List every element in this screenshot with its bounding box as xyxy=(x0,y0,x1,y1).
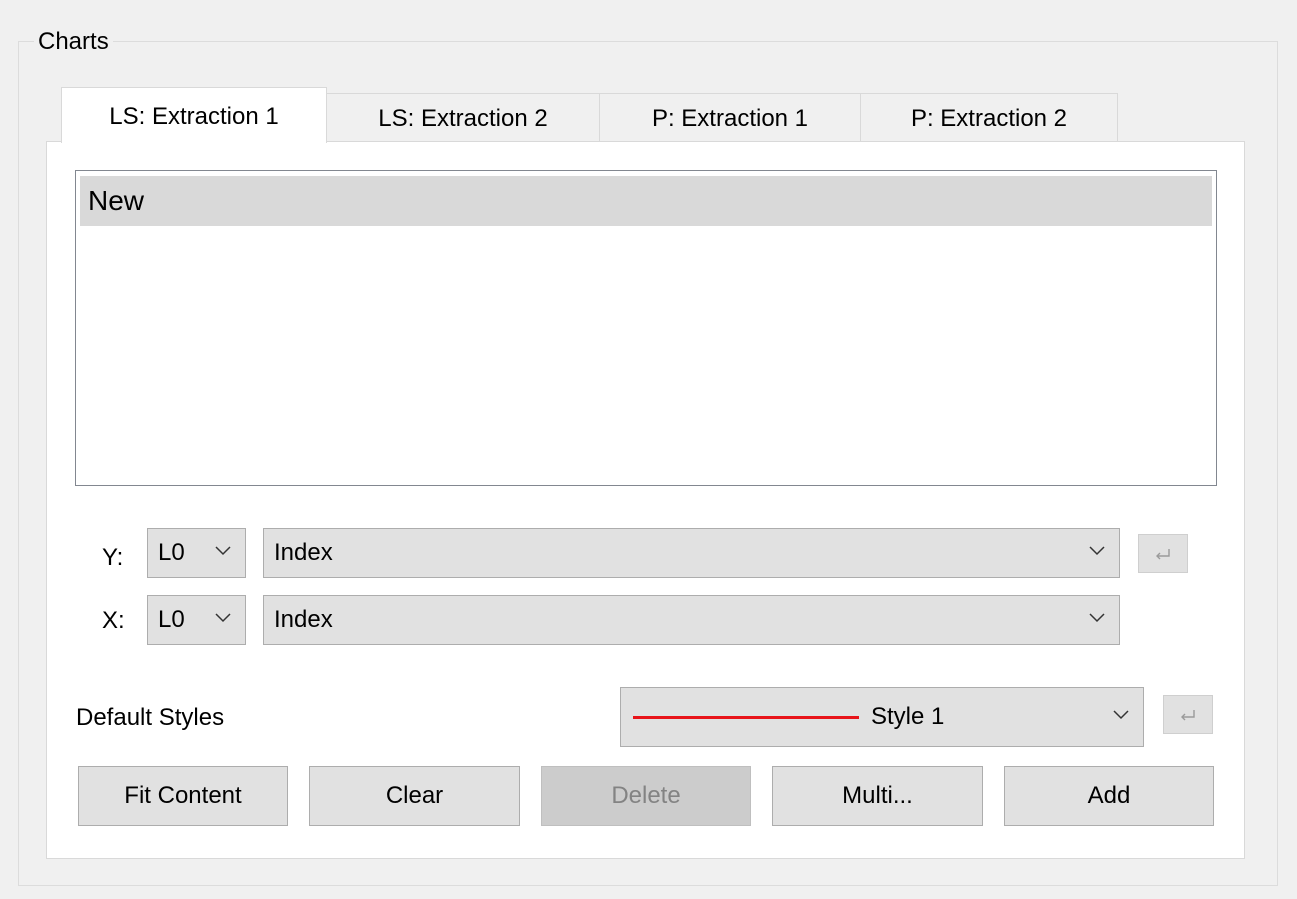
chevron-down-icon xyxy=(1113,710,1129,720)
x-field-value: Index xyxy=(274,606,333,633)
list-item[interactable]: New xyxy=(80,176,1212,226)
y-field-value: Index xyxy=(274,539,333,566)
y-level-value: L0 xyxy=(158,539,185,566)
charts-groupbox-title: Charts xyxy=(34,27,113,57)
x-axis-label: X: xyxy=(102,607,125,634)
default-style-value: Style 1 xyxy=(871,703,945,730)
default-style-select[interactable]: Style 1 xyxy=(620,687,1144,747)
chevron-down-icon xyxy=(215,613,231,623)
tab-ls-extraction-2[interactable]: LS: Extraction 2 xyxy=(326,93,600,142)
clear-button[interactable]: Clear xyxy=(309,766,520,826)
y-axis-label: Y: xyxy=(102,544,124,571)
enter-return-icon xyxy=(1181,709,1195,720)
tab-p-extraction-2[interactable]: P: Extraction 2 xyxy=(860,93,1118,142)
multi-button[interactable]: Multi... xyxy=(772,766,983,826)
style-apply-button[interactable] xyxy=(1163,695,1213,734)
x-field-select[interactable]: Index xyxy=(263,595,1120,645)
add-button[interactable]: Add xyxy=(1004,766,1214,826)
y-apply-button[interactable] xyxy=(1138,534,1188,573)
tab-p-extraction-1[interactable]: P: Extraction 1 xyxy=(599,93,861,142)
x-level-value: L0 xyxy=(158,606,185,633)
delete-button[interactable]: Delete xyxy=(541,766,751,826)
style-line-swatch xyxy=(633,716,859,719)
default-styles-label: Default Styles xyxy=(76,704,225,731)
tab-ls-extraction-1[interactable]: LS: Extraction 1 xyxy=(61,87,327,143)
y-level-select[interactable]: L0 xyxy=(147,528,246,578)
y-field-select[interactable]: Index xyxy=(263,528,1120,578)
x-level-select[interactable]: L0 xyxy=(147,595,246,645)
fit-content-button[interactable]: Fit Content xyxy=(78,766,288,826)
enter-return-icon xyxy=(1156,548,1170,559)
chart-listbox[interactable]: New xyxy=(75,170,1217,486)
chevron-down-icon xyxy=(1089,546,1105,556)
chevron-down-icon xyxy=(215,546,231,556)
chevron-down-icon xyxy=(1089,613,1105,623)
